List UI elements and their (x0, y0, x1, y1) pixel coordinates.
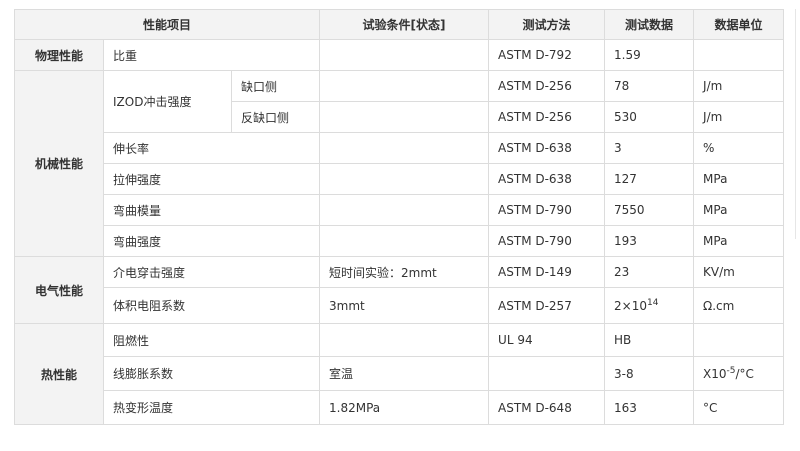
unit-tail: /°C (735, 366, 754, 381)
property-name: 体积电阻系数 (102, 287, 321, 324)
test-condition (319, 225, 490, 257)
unit-exponent: -5 (726, 365, 736, 376)
test-value: 530 (604, 101, 695, 133)
header-condition: 试验条件[状态] (319, 9, 490, 40)
test-method: ASTM D-638 (488, 163, 606, 195)
value-unit (693, 323, 785, 357)
property-group-izod: IZOD冲击强度 (103, 70, 232, 133)
table-row: 拉伸强度 ASTM D-638 127 MPa (15, 163, 785, 195)
table-row: 热性能 阻燃性 UL 94 HB (14, 323, 785, 425)
header-method: 测试方法 (488, 9, 606, 40)
property-name: 伸长率 (102, 132, 321, 164)
value-unit: X10-5/°C (693, 356, 785, 391)
value-unit: J/m (693, 101, 785, 133)
test-condition (319, 101, 490, 133)
test-condition (319, 194, 490, 226)
table-row: 线膨胀系数 室温 3-8 X10-5/°C (15, 356, 785, 391)
value-unit: Ω.cm (693, 287, 785, 324)
test-condition (319, 323, 490, 357)
test-method (488, 356, 606, 391)
category-physical: 物理性能 (14, 39, 104, 71)
test-condition (319, 163, 490, 195)
table-row: 物理性能 比重 ASTM D-792 1.59 (14, 39, 785, 71)
property-name: 弯曲强度 (102, 225, 321, 257)
test-value: 78 (604, 70, 695, 102)
category-mechanical: 机械性能 (14, 70, 104, 257)
test-method: ASTM D-790 (488, 225, 606, 257)
test-method: ASTM D-792 (488, 39, 606, 71)
table-row: 体积电阻系数 3mmt ASTM D-257 2×1014 Ω.cm (15, 287, 785, 324)
property-name: 拉伸强度 (102, 163, 321, 195)
value-base: 2×10 (614, 298, 647, 313)
test-condition: 1.82MPa (319, 390, 490, 425)
test-value: 3-8 (604, 356, 695, 391)
value-unit: MPa (693, 194, 785, 226)
table-row: 机械性能 IZOD冲击强度 缺口侧 ASTM D-256 78 J/m (14, 70, 785, 257)
test-value: 7550 (604, 194, 695, 226)
table-row: 弯曲模量 ASTM D-790 7550 MPa (15, 194, 785, 226)
test-condition (319, 39, 490, 71)
value-unit: J/m (693, 70, 785, 102)
test-condition: 3mmt (319, 287, 490, 324)
value-unit: % (693, 132, 785, 164)
test-value: 163 (604, 390, 695, 425)
test-method: ASTM D-256 (488, 101, 606, 133)
table-row: 伸长率 ASTM D-638 3 % (15, 132, 785, 164)
test-method: UL 94 (488, 323, 606, 357)
property-subname: 缺口侧 (230, 70, 321, 102)
unit-base: X10 (703, 366, 727, 381)
property-name: 阻燃性 (102, 323, 321, 357)
test-method: ASTM D-648 (488, 390, 606, 425)
page-edge-line (795, 9, 796, 239)
test-value: 3 (604, 132, 695, 164)
test-value: 2×1014 (604, 287, 695, 324)
test-value: 127 (604, 163, 695, 195)
test-value: 23 (604, 256, 695, 288)
test-method: ASTM D-149 (488, 256, 606, 288)
value-unit: KV/m (693, 256, 785, 288)
table-row: 弯曲强度 ASTM D-790 193 MPa (15, 225, 785, 257)
value-unit: MPa (693, 163, 785, 195)
header-item: 性能项目 (13, 9, 321, 40)
test-value: 1.59 (604, 39, 695, 71)
property-name: 弯曲模量 (102, 194, 321, 226)
value-unit: °C (693, 390, 785, 425)
value-exponent: 14 (647, 297, 659, 308)
property-name: 热变形温度 (102, 390, 321, 425)
table-row: 热变形温度 1.82MPa ASTM D-648 163 °C (15, 390, 785, 425)
value-unit: MPa (693, 225, 785, 257)
table-row: 电气性能 介电穿击强度 短时间实验：2mmt ASTM D-149 23 KV/… (14, 256, 785, 324)
header-row: 性能项目 试验条件[状态] 测试方法 测试数据 数据单位 (13, 9, 785, 40)
test-method: ASTM D-790 (488, 194, 606, 226)
test-condition: 短时间实验：2mmt (319, 256, 490, 288)
test-method: ASTM D-256 (488, 70, 606, 102)
test-value: HB (604, 323, 695, 357)
property-name: 介电穿击强度 (102, 256, 321, 288)
test-condition (319, 132, 490, 164)
property-name: 线膨胀系数 (102, 356, 321, 391)
test-method: ASTM D-257 (488, 287, 606, 324)
property-subname: 反缺口侧 (230, 101, 321, 133)
test-condition (319, 70, 490, 102)
property-name: 比重 (102, 39, 321, 71)
header-data: 测试数据 (604, 9, 695, 40)
properties-table: 性能项目 试验条件[状态] 测试方法 测试数据 数据单位 物理性能 比重 AST… (13, 9, 785, 425)
value-unit (693, 39, 785, 71)
test-method: ASTM D-638 (488, 132, 606, 164)
category-thermal: 热性能 (14, 323, 104, 425)
test-condition: 室温 (319, 356, 490, 391)
category-electrical: 电气性能 (14, 256, 104, 324)
test-value: 193 (604, 225, 695, 257)
header-unit: 数据单位 (693, 9, 785, 40)
